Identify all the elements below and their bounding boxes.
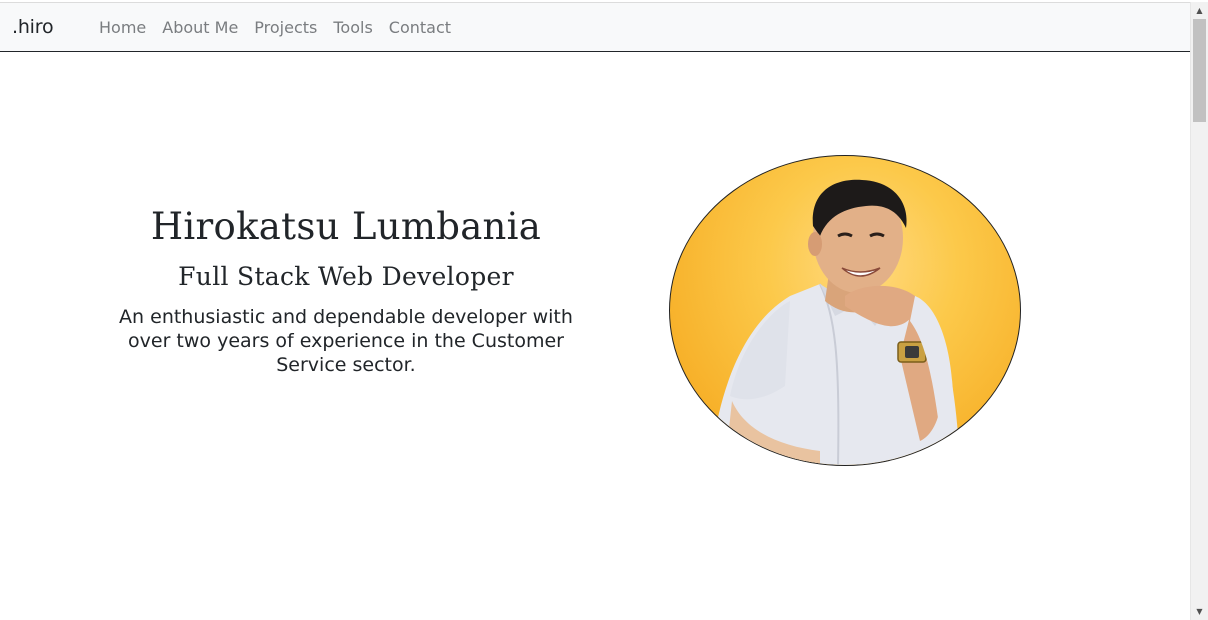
nav-links: Home About Me Projects Tools Contact xyxy=(99,18,451,37)
nav-link-tools[interactable]: Tools xyxy=(333,18,372,37)
hero-intro: Hirokatsu Lumbania Full Stack Web Develo… xyxy=(108,200,584,377)
nav-link-home[interactable]: Home xyxy=(99,18,146,37)
brand-logo[interactable]: .hiro xyxy=(12,16,54,38)
hero-name: Hirokatsu Lumbania xyxy=(150,205,542,248)
nav-link-projects[interactable]: Projects xyxy=(254,18,317,37)
scroll-up-icon[interactable]: ▲ xyxy=(1191,2,1208,19)
top-navbar: .hiro Home About Me Projects Tools Conta… xyxy=(0,2,1191,52)
hero-description: An enthusiastic and dependable developer… xyxy=(119,306,573,376)
vertical-scrollbar[interactable]: ▲ ▼ xyxy=(1190,2,1208,620)
nav-link-contact[interactable]: Contact xyxy=(389,18,451,37)
page: .hiro Home About Me Projects Tools Conta… xyxy=(0,0,1208,620)
nav-link-about-me[interactable]: About Me xyxy=(162,18,238,37)
scroll-down-icon[interactable]: ▼ xyxy=(1191,603,1208,620)
hero-role: Full Stack Web Developer xyxy=(178,262,514,291)
profile-photo xyxy=(669,155,1021,466)
profile-photo-illustration xyxy=(710,179,960,465)
scrollbar-thumb[interactable] xyxy=(1193,19,1206,122)
